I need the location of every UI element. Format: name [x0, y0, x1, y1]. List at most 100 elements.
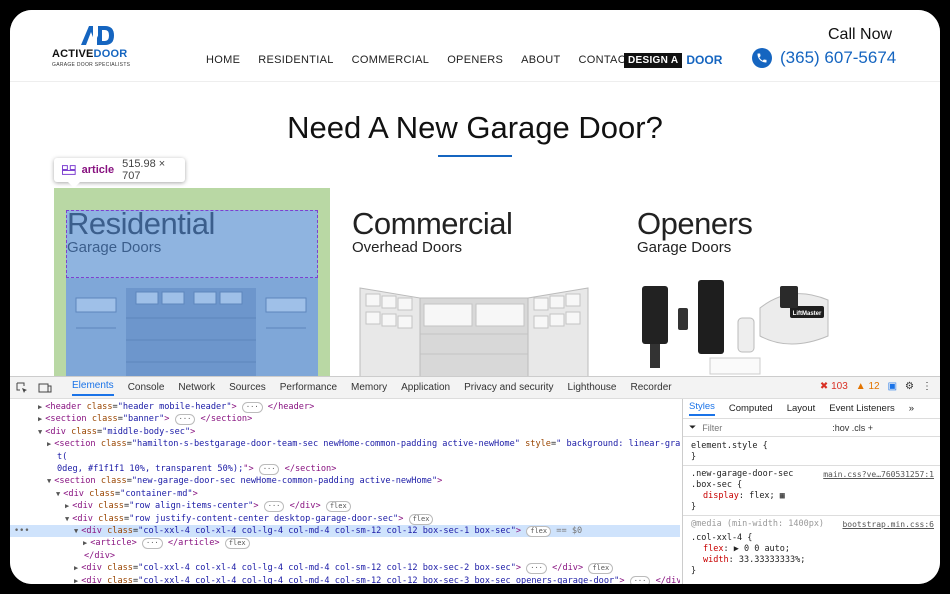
settings-gear-icon[interactable]: ⚙ — [905, 381, 914, 392]
expand-toggle-icon[interactable]: ▶ — [47, 440, 51, 448]
dom-node-line[interactable]: ▶ <div class="row align-items-center"> ··… — [10, 500, 680, 513]
dom-node-line[interactable]: ▼ <div class="row justify-content-center … — [10, 513, 680, 525]
filter-icon: ⏷ — [689, 422, 697, 432]
dom-node-line[interactable]: </div> — [10, 550, 680, 562]
prop-name: display — [703, 491, 739, 501]
prop-value: 33.33333333%; — [738, 555, 806, 565]
tab-event-listeners[interactable]: Event Listeners — [829, 403, 894, 414]
tab-performance[interactable]: Performance — [280, 382, 337, 393]
tab-sources[interactable]: Sources — [229, 382, 266, 393]
nav-openers[interactable]: OPENERS — [447, 54, 503, 66]
design-a-door-button[interactable]: DESIGN A DOOR — [624, 52, 722, 68]
rule-selector-1b: .box-sec { — [691, 480, 743, 490]
rule-selector-2[interactable]: .col-xxl-4 { — [691, 533, 752, 544]
warning-count[interactable]: ▲ 12 — [856, 381, 880, 392]
styles-filter-input[interactable]: Filter — [702, 423, 822, 433]
tooltip-tag: article — [81, 164, 115, 176]
styles-toolbar-buttons[interactable]: :hov .cls + — [832, 423, 873, 433]
dom-tree[interactable]: ▶ <header class="header mobile-header"> ·… — [10, 399, 680, 584]
expand-toggle-icon[interactable]: ▶ — [74, 564, 78, 572]
rule-decl-width[interactable]: width: 33.33333333%; — [703, 555, 805, 566]
nav-residential[interactable]: RESIDENTIAL — [258, 54, 333, 66]
card-commercial[interactable]: Commercial Overhead Doors — [352, 206, 513, 256]
dom-node-line[interactable]: t( — [10, 451, 680, 463]
tab-application[interactable]: Application — [401, 382, 450, 393]
phone-number: (365) 607-5674 — [780, 48, 897, 67]
dom-node-line[interactable]: ▼ <section class="new-garage-door-sec new… — [10, 475, 680, 487]
styles-pane: Styles Computed Layout Event Listeners »… — [682, 399, 940, 584]
design-button-dark-label: DESIGN A — [624, 52, 683, 68]
dom-node-line[interactable]: ▶ <div class="col-xxl-4 col-xl-4 col-lg-4… — [10, 562, 680, 575]
inspect-element-icon[interactable] — [16, 382, 28, 394]
error-count-value: 103 — [831, 381, 848, 392]
prop-name: width — [703, 555, 729, 565]
dom-node-line[interactable]: 0deg, #f1f1f1 10%, transparent 50%);"> ·… — [10, 463, 680, 475]
inspect-heading-outline — [66, 210, 318, 278]
flex-editor-icon[interactable]: ▦ — [780, 491, 785, 501]
tab-recorder[interactable]: Recorder — [630, 382, 671, 393]
rule-selector-1[interactable]: .new-garage-door-sec — [691, 469, 793, 480]
card-openers[interactable]: Openers Garage Doors — [637, 206, 753, 256]
expand-toggle-icon[interactable]: ▼ — [38, 428, 42, 436]
logo[interactable]: ACTIVEDOOR GARAGE DOOR SPECIALISTS — [52, 24, 142, 72]
tab-console[interactable]: Console — [128, 382, 165, 393]
dom-node-line[interactable]: ▼ <div class="container-md"> — [10, 488, 680, 500]
tab-privacy-security[interactable]: Privacy and security — [464, 382, 553, 393]
warning-count-value: 12 — [868, 381, 880, 392]
tab-lighthouse[interactable]: Lighthouse — [568, 382, 617, 393]
dom-node-line[interactable]: ▶ <section class="banner"> ··· </section> — [10, 413, 680, 426]
dom-node-line[interactable]: ▼ <div class="middle-body-sec"> — [10, 426, 680, 438]
nav-about[interactable]: ABOUT — [521, 54, 560, 66]
inspect-tooltip: article 515.98 × 707 — [54, 158, 185, 188]
logo-mark-icon — [81, 26, 114, 45]
rule-source-2[interactable]: bootstrap.min.css:6 — [842, 519, 934, 530]
tab-memory[interactable]: Memory — [351, 382, 387, 393]
browser-window: ACTIVEDOOR GARAGE DOOR SPECIALISTS HOME … — [10, 10, 940, 584]
issues-icon[interactable]: ▣ — [888, 381, 897, 392]
rule-decl-display[interactable]: display: flex; ▦ — [703, 491, 785, 502]
expand-toggle-icon[interactable]: ▶ — [65, 502, 69, 510]
tab-layout[interactable]: Layout — [787, 403, 816, 414]
error-count[interactable]: ✖ 103 — [820, 381, 848, 392]
expand-toggle-icon[interactable]: ▼ — [47, 477, 51, 485]
nav-home[interactable]: HOME — [206, 54, 240, 66]
element-style-close: } — [691, 452, 697, 462]
card-title: Openers — [637, 206, 753, 241]
dom-node-line[interactable]: ••• ▼ <div class="col-xxl-4 col-xl-4 col-l… — [10, 525, 680, 537]
device-toolbar-icon[interactable] — [38, 382, 52, 394]
phone-link[interactable]: (365) 607-5674 — [752, 48, 896, 68]
commercial-door-image[interactable] — [358, 278, 590, 378]
opener-brand-label: LiftMaster — [793, 311, 822, 317]
expand-toggle-icon[interactable]: ▼ — [65, 515, 69, 523]
dom-node-line[interactable]: ▶ <header class="header mobile-header"> ·… — [10, 401, 680, 413]
devtools-toolbar: Elements Console Network Sources Perform… — [10, 377, 940, 399]
dom-node-line[interactable]: ▶ <section class="hamilton-s-bestgarage-d… — [10, 438, 680, 450]
dom-node-line[interactable]: ▶ <div class="col-xxl-4 col-xl-4 col-lg-4… — [10, 575, 680, 584]
expand-toggle-icon[interactable]: ▶ — [83, 539, 87, 547]
tab-computed[interactable]: Computed — [729, 403, 773, 414]
more-options-icon[interactable]: ⋮ — [922, 381, 932, 392]
page-title: Need A New Garage Door? — [287, 110, 663, 145]
nav-commercial[interactable]: COMMERCIAL — [352, 54, 430, 66]
expand-toggle-icon[interactable]: ▶ — [38, 403, 42, 411]
design-button-blue-label: DOOR — [686, 53, 723, 67]
tab-styles[interactable]: Styles — [689, 401, 715, 416]
expand-toggle-icon[interactable]: ▼ — [56, 490, 60, 498]
rule-source-1[interactable]: main.css?ve…760531257:1 — [823, 469, 934, 480]
dom-node-line[interactable]: ▶ <article> ··· </article> flex — [10, 537, 680, 550]
tab-network[interactable]: Network — [178, 382, 215, 393]
expand-toggle-icon[interactable]: ▶ — [38, 415, 42, 423]
element-style-rule[interactable]: element.style { — [691, 441, 768, 452]
tab-elements[interactable]: Elements — [72, 380, 114, 396]
rule-decl-flex[interactable]: flex: ▶ 0 0 auto; — [703, 544, 790, 555]
residential-door-image[interactable] — [66, 278, 318, 378]
prop-value: flex; — [749, 491, 775, 501]
tooltip-dimensions: 515.98 × 707 — [122, 158, 166, 182]
prop-value: ▶ 0 0 auto; — [733, 544, 791, 554]
card-title: Commercial — [352, 206, 513, 241]
expand-toggle-icon[interactable]: ▼ — [74, 527, 78, 535]
openers-image[interactable]: LiftMaster — [640, 278, 840, 378]
expand-toggle-icon[interactable]: ▶ — [74, 577, 78, 584]
phone-icon — [752, 48, 772, 68]
more-tabs-icon[interactable]: » — [909, 403, 914, 414]
